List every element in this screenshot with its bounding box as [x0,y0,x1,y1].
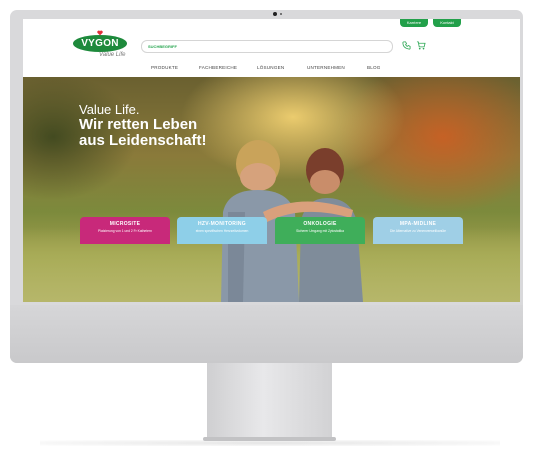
phone-icon[interactable] [402,41,411,50]
monitor-stand-base [203,437,336,441]
monitor-stand [207,363,332,439]
tile-subtitle: Sicherer Umgang mit Zytostatika [296,229,344,233]
tile-title: ONKOLOGIE [303,221,337,227]
tile-title: MICROSITE [109,221,141,227]
tile-mpa-midline[interactable]: MPA-MIDLINE Die Alternative zu Venenverw… [373,217,463,244]
tile-subtitle: einen spezifischen Herzzeitvolumen [195,229,249,233]
tile-title: HZV-MONITORING [198,221,246,227]
logo[interactable]: VYGON [73,35,127,52]
hero-headline-line2: Wir retten Leben [79,116,198,133]
nav-item-blog[interactable]: BLOG [367,65,381,70]
tile-subtitle: Die Alternative zu Venenverweilkanüle [390,229,446,233]
nav-item-fachbereiche[interactable]: FACHBEREICHE [199,65,237,70]
tile-microsite[interactable]: MICROSITE Platzierung von 1 und 2 Fr Kat… [80,217,170,244]
camera-sensor [280,13,282,15]
tagline: Value Life [99,52,126,58]
heart-icon [97,30,103,36]
kontakt-button[interactable]: Kontakt [433,19,461,27]
tile-title: MPA-MIDLINE [399,221,437,227]
screen: Karriere Kontakt VYGON Value Life SUCHBE… [23,19,520,302]
karriere-button[interactable]: Karriere [400,19,428,27]
tile-onkologie[interactable]: ONKOLOGIE Sicherer Umgang mit Zytostatik… [275,217,365,244]
hero-headline-line3: aus Leidenschaft! [79,132,207,149]
hero-image: Value Life. Wir retten Leben aus Leidens… [23,77,520,302]
monitor-chin [10,305,523,363]
nav-item-loesungen[interactable]: LÖSUNGEN [257,65,284,70]
search-input[interactable]: SUCHBEGRIFF [141,40,393,53]
tile-subtitle: Platzierung von 1 und 2 Fr Kathetern [98,229,152,233]
camera-icon [273,12,277,16]
nav-item-produkte[interactable]: PRODUKTE [151,65,178,70]
search-placeholder: SUCHBEGRIFF [148,44,177,49]
tile-hzv-monitoring[interactable]: HZV-MONITORING einen spezifischen Herzze… [177,217,267,244]
cart-icon[interactable] [416,41,426,50]
nav-item-unternehmen[interactable]: UNTERNEHMEN [307,65,345,70]
